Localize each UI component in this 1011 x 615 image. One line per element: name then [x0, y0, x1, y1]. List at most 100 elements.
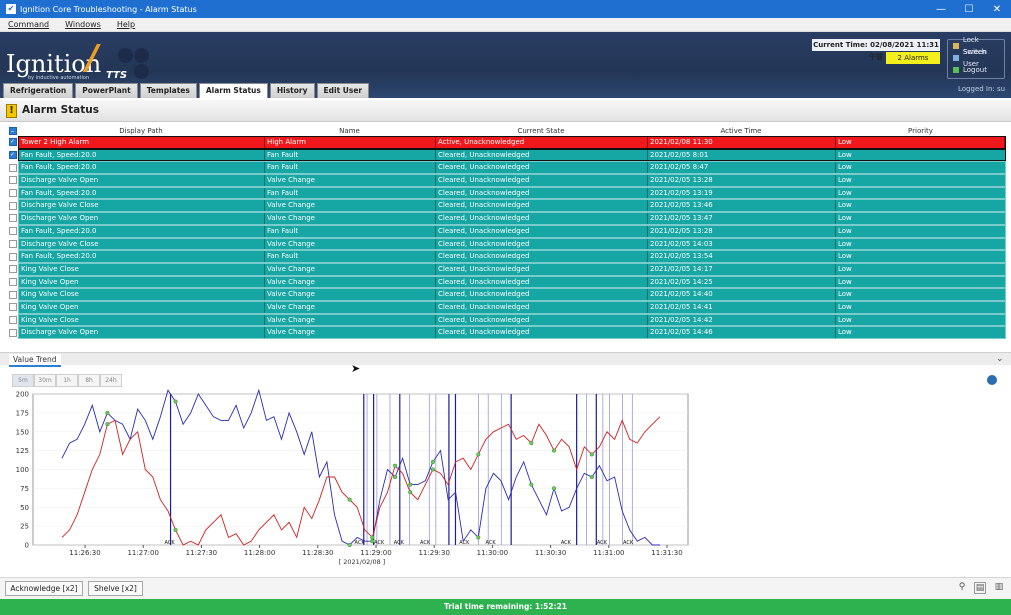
menu-command[interactable]: Command	[8, 20, 49, 29]
table-row[interactable]: Discharge Valve Open Valve Change Cleared,…	[7, 326, 1006, 339]
cell-display-path: Fan Fault, Speed:20.0	[19, 162, 265, 174]
row-checkbox[interactable]	[7, 175, 18, 186]
table-row[interactable]: Discharge Valve Close Valve Change Cleared…	[7, 199, 1006, 213]
menu-windows[interactable]: Windows	[65, 20, 101, 29]
row-checkbox[interactable]: ✓	[7, 137, 18, 148]
logo-subtext: by inductive automation	[28, 75, 90, 81]
search-icon[interactable]: ⚲	[956, 582, 968, 594]
row-checkbox[interactable]	[7, 289, 18, 300]
column-active-time[interactable]: Active Time	[647, 127, 835, 135]
tab-edit-user[interactable]: Edit User	[316, 83, 370, 98]
table-row[interactable]: Fan Fault, Speed:20.0 Fan Fault Cleared, U…	[7, 186, 1006, 200]
trial-status-bar: Trial time remaining: 1:52:21	[0, 599, 1011, 615]
cell-current-state: Cleared, Unacknowledged	[436, 149, 648, 161]
cell-current-state: Cleared, Unacknowledged	[436, 162, 648, 174]
table-row[interactable]: King Valve Open Valve Change Cleared, Unac…	[7, 275, 1006, 289]
range-5m[interactable]: 5m	[12, 374, 34, 387]
row-checkbox[interactable]	[7, 276, 18, 287]
ack-label: ACK	[165, 540, 176, 546]
cell-active-time: 2021/02/05 14:17	[648, 263, 836, 275]
range-8h[interactable]: 8h	[78, 374, 100, 387]
table-row[interactable]: Fan Fault, Speed:20.0 Fan Fault Cleared, U…	[7, 161, 1006, 175]
tab-powerplant[interactable]: PowerPlant	[75, 83, 138, 98]
menu-help[interactable]: Help	[117, 20, 135, 29]
row-checkbox[interactable]	[7, 213, 18, 224]
alarm-marker	[551, 448, 557, 453]
table-row[interactable]: ✓ Fan Fault, Speed:20.0 Fan Fault Cleared, …	[7, 148, 1006, 162]
row-checkbox[interactable]: ✓	[7, 150, 18, 161]
select-all-checkbox[interactable]: –	[7, 126, 18, 137]
row-checkbox[interactable]	[7, 327, 18, 338]
acknowledge-button[interactable]: Acknowledge [x2]	[5, 581, 83, 596]
alarm-count-button[interactable]: 2 Alarms	[886, 52, 940, 64]
tab-refrigeration[interactable]: Refrigeration	[3, 83, 74, 98]
cell-current-state: Cleared, Unacknowledged	[436, 301, 648, 313]
cell-priority: Low	[838, 264, 852, 273]
table-row[interactable]: Discharge Valve Open Valve Change Cleared,…	[7, 212, 1006, 225]
alarm-marker	[408, 482, 413, 487]
row-checkbox[interactable]	[7, 238, 18, 249]
column-name[interactable]: Name	[264, 127, 435, 135]
column-priority[interactable]: Priority	[835, 127, 1006, 135]
table-row[interactable]: Discharge Valve Close Valve Change Cleared…	[7, 237, 1006, 251]
row-checkbox[interactable]	[7, 314, 18, 325]
table-row[interactable]: King Valve Open Valve Change Cleared, Unac…	[7, 300, 1006, 314]
collapse-icon[interactable]: ⌄	[996, 354, 1004, 364]
x-tick-label: 11:31:30	[651, 549, 682, 557]
table-row[interactable]: Fan Fault, Speed:20.0 Fan Fault Cleared, U…	[7, 224, 1006, 238]
row-checkbox[interactable]	[7, 200, 18, 211]
alarm-marker	[529, 441, 534, 446]
cell-priority: Low	[838, 163, 852, 172]
row-checkbox[interactable]	[7, 226, 18, 237]
table-body: ✓ Tower 2 High Alarm High Alarm Active, Una…	[7, 136, 1006, 339]
table-row[interactable]: King Valve Close Valve Change Cleared, Una…	[7, 262, 1006, 276]
cell-name: Valve Change	[265, 301, 436, 313]
column-current-state[interactable]: Current State	[435, 127, 647, 135]
logo-mark-icon: /	[86, 38, 99, 78]
cell-current-state: Cleared, Unacknowledged	[436, 289, 648, 300]
range-24h[interactable]: 24h	[100, 374, 122, 387]
ack-label: ACK	[459, 540, 470, 546]
y-tick-label: 25	[20, 523, 29, 531]
book-icon[interactable]: ▥	[993, 582, 1005, 594]
row-checkbox[interactable]	[7, 162, 18, 173]
cell-active-time: 2021/02/05 14:40	[648, 289, 836, 300]
tab-history[interactable]: History	[269, 83, 315, 98]
cell-display-path: Discharge Valve Open	[19, 175, 265, 186]
ack-label: ACK	[394, 540, 405, 546]
cell-active-time: 2021/02/05 14:03	[648, 238, 836, 250]
cell-priority: Low	[838, 188, 852, 197]
row-checkbox[interactable]	[7, 264, 18, 275]
range-30m[interactable]: 30m	[34, 374, 56, 387]
alarm-marker	[393, 463, 398, 468]
switch-user-button[interactable]: Switch User	[948, 48, 1004, 68]
close-button[interactable]: ✕	[983, 4, 1011, 15]
table-row[interactable]: King Valve Close Valve Change Cleared, Una…	[7, 313, 1006, 327]
tts-logo-text: TTS	[106, 70, 128, 81]
table-row[interactable]: Fan Fault, Speed:20.0 Fan Fault Cleared, U…	[7, 250, 1006, 263]
cell-name: Fan Fault	[265, 162, 436, 174]
cell-priority: Low	[838, 176, 852, 185]
cell-active-time: 2021/02/05 8:01	[648, 149, 836, 161]
window-titlebar: ✔ Ignition Core Troubleshooting - Alarm …	[0, 0, 1011, 18]
globe-icon[interactable]	[987, 375, 997, 385]
tab-value-trend[interactable]: Value Trend	[9, 354, 61, 367]
table-row[interactable]: King Valve Close Valve Change Cleared, Una…	[7, 288, 1006, 301]
column-display-path[interactable]: Display Path	[18, 127, 264, 135]
tab-templates[interactable]: Templates	[139, 83, 197, 98]
table-row[interactable]: Discharge Valve Open Valve Change Cleared,…	[7, 174, 1006, 187]
table-row[interactable]: ✓ Tower 2 High Alarm High Alarm Active, Una…	[7, 136, 1006, 149]
row-checkbox[interactable]	[7, 251, 18, 262]
cell-display-path: King Valve Close	[19, 289, 265, 300]
ack-label: ACK	[420, 540, 431, 546]
row-checkbox[interactable]	[7, 302, 18, 313]
range-1h[interactable]: 1h	[56, 374, 78, 387]
filter-icon[interactable]: ▤	[974, 582, 986, 594]
maximize-button[interactable]: ☐	[955, 4, 983, 15]
shelve-button[interactable]: Shelve [x2]	[88, 581, 143, 596]
minimize-button[interactable]: —	[927, 4, 955, 15]
cell-current-state: Cleared, Unacknowledged	[436, 276, 648, 288]
tab-alarm-status[interactable]: Alarm Status	[198, 83, 268, 98]
row-checkbox[interactable]	[7, 188, 18, 199]
x-tick-label: 11:30:00	[477, 549, 508, 557]
